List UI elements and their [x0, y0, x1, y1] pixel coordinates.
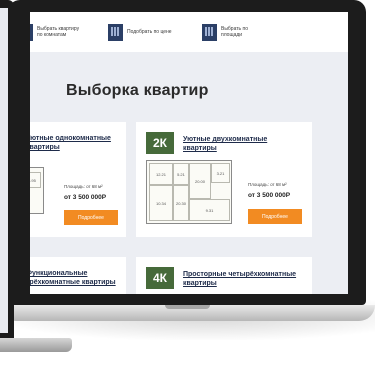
laptop-bezel: Выбрать квартиру по комнатам Подобрать п…: [8, 0, 366, 305]
plan-room: 20.30: [173, 185, 189, 221]
details-button[interactable]: Подробнее: [248, 209, 302, 224]
nav-item-price[interactable]: Подобрать по цене: [108, 20, 175, 44]
card-price: от 3 500 000Р: [248, 192, 291, 199]
page-title: Выборка квартир: [66, 82, 209, 99]
nav-item-rooms[interactable]: Выбрать квартиру по комнатам: [30, 20, 85, 44]
plan-room: 5.21: [173, 163, 189, 185]
apartment-card-1k[interactable]: Уютные однокомнатные квартиры 3.95 Площа…: [30, 122, 126, 237]
apartment-card-4k[interactable]: 4К Просторные четырёхкомнатные квартиры: [136, 257, 312, 294]
side-device-screen: [0, 8, 8, 333]
building-icon: [108, 23, 123, 41]
website-screen: Выбрать квартиру по комнатам Подобрать п…: [30, 12, 348, 294]
laptop-notch: [165, 305, 210, 309]
building-icon: [202, 23, 217, 41]
nav-item-area[interactable]: Выбрать по площади: [202, 20, 269, 44]
card-title[interactable]: Уютные однокомнатные квартиры: [30, 134, 121, 152]
apartment-card-3k[interactable]: Функциональные трёхкомнатные квартиры: [30, 257, 126, 294]
apartment-card-2k[interactable]: 2К Уютные двухкомнатные квартиры 12.21 5…: [136, 122, 312, 237]
floor-plan: 3.95: [30, 167, 44, 214]
details-button[interactable]: Подробнее: [64, 210, 118, 225]
card-price: от 3 500 000Р: [64, 194, 107, 201]
plan-room: 3.21: [211, 163, 230, 183]
floor-plan: 12.21 5.21 20.00 3.21 10.34 20.30 9.31: [146, 160, 232, 224]
plan-room: 12.21: [149, 163, 173, 185]
card-area: Площадь: от 68 м²: [64, 184, 103, 189]
card-title[interactable]: Просторные четырёхкомнатные квартиры: [183, 270, 303, 288]
building-icon: [30, 23, 33, 41]
card-title[interactable]: Функциональные трёхкомнатные квартиры: [30, 269, 121, 287]
side-device-frame: [0, 0, 14, 345]
plan-room: 10.34: [149, 185, 173, 221]
nav-item-label: Выбрать квартиру по комнатам: [37, 26, 80, 38]
plan-room: 20.00: [189, 163, 211, 199]
card-area: Площадь: от 68 м²: [248, 182, 287, 187]
room-count-badge: 2К: [146, 132, 174, 154]
plan-room: 3.95: [30, 172, 41, 188]
side-device-stand: [0, 338, 72, 352]
plan-room: 9.31: [189, 199, 230, 221]
room-count-badge: 4К: [146, 267, 174, 289]
nav-item-label: Выбрать по площади: [221, 26, 249, 38]
nav-item-label: Подобрать по цене: [127, 29, 172, 35]
card-title[interactable]: Уютные двухкомнатные квартиры: [183, 135, 298, 153]
top-navigation: Выбрать квартиру по комнатам Подобрать п…: [30, 12, 348, 52]
